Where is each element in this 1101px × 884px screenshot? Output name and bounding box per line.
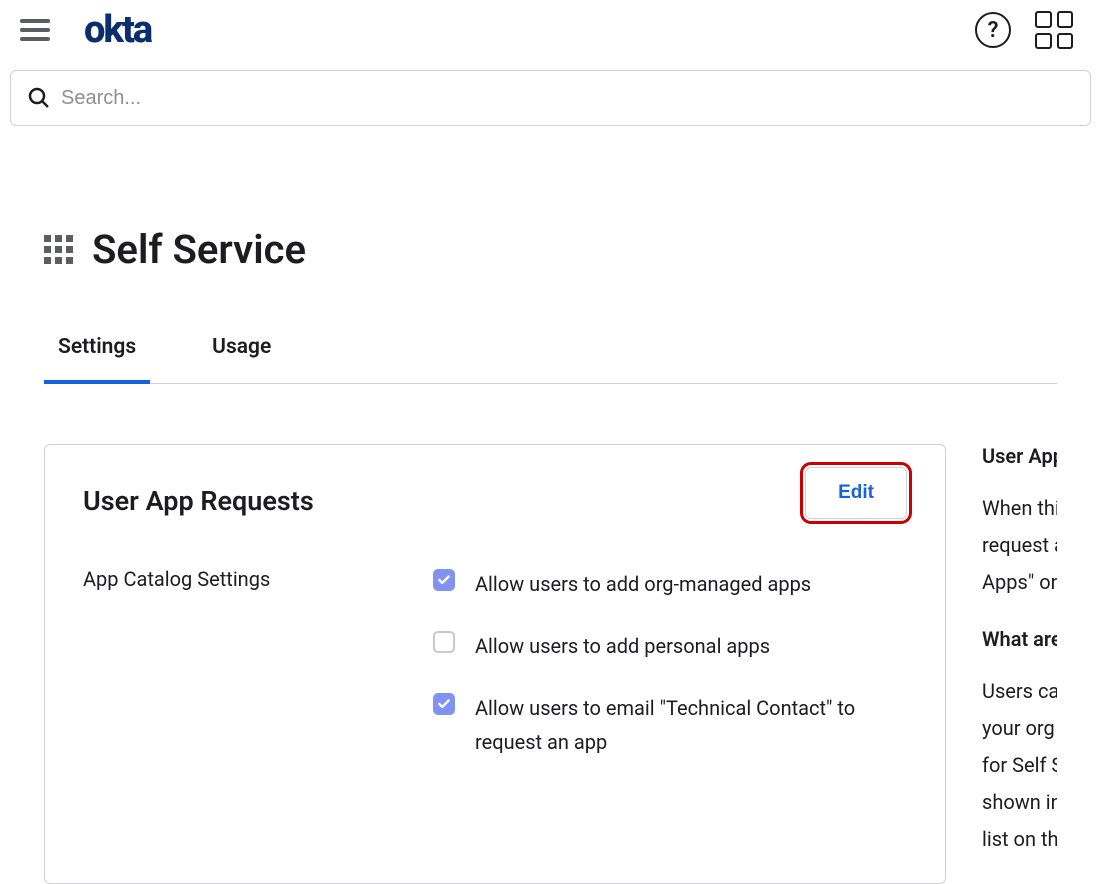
checkbox-item: Allow users to add org-managed apps xyxy=(433,567,907,601)
user-app-requests-card: User App Requests Edit App Catalog Setti… xyxy=(44,444,946,884)
sidebar-text: Users can reyour org hasfor Self Servsho… xyxy=(982,673,1057,858)
tabs: Settings Usage xyxy=(44,335,1057,384)
app-header: okta ? xyxy=(0,0,1101,60)
search-bar[interactable] xyxy=(10,70,1091,126)
checkbox-label: Allow users to add personal apps xyxy=(475,629,770,663)
sidebar-heading: What are or xyxy=(982,627,1057,651)
self-service-icon xyxy=(44,235,74,265)
checkbox-item: Allow users to add personal apps xyxy=(433,629,907,663)
page-title: Self Service xyxy=(92,226,306,273)
tab-settings[interactable]: Settings xyxy=(58,335,136,383)
apps-launcher-icon[interactable] xyxy=(1035,11,1073,49)
checkbox-org-managed[interactable] xyxy=(433,569,455,591)
edit-button[interactable]: Edit xyxy=(805,467,907,519)
page-title-row: Self Service xyxy=(44,226,1057,273)
hamburger-menu-icon[interactable] xyxy=(20,12,56,48)
search-input[interactable] xyxy=(61,87,1074,110)
checkbox-list: Allow users to add org-managed apps Allo… xyxy=(433,567,907,759)
sidebar-text: When this isrequest appsApps" on the xyxy=(982,490,1057,601)
search-icon xyxy=(27,86,51,110)
help-icon[interactable]: ? xyxy=(975,12,1011,48)
checkbox-personal-apps[interactable] xyxy=(433,631,455,653)
checkbox-label: Allow users to email "Technical Contact"… xyxy=(475,691,907,759)
sidebar-heading: User App Re xyxy=(982,444,1057,468)
card-title: User App Requests xyxy=(83,485,314,517)
tab-usage[interactable]: Usage xyxy=(212,335,271,383)
checkbox-label: Allow users to add org-managed apps xyxy=(475,567,811,601)
checkbox-item: Allow users to email "Technical Contact"… xyxy=(433,691,907,759)
checkbox-email-contact[interactable] xyxy=(433,693,455,715)
okta-logo[interactable]: okta xyxy=(84,11,151,49)
app-catalog-settings-label: App Catalog Settings xyxy=(83,567,433,759)
sidebar-info: User App Re When this isrequest appsApps… xyxy=(982,444,1057,884)
